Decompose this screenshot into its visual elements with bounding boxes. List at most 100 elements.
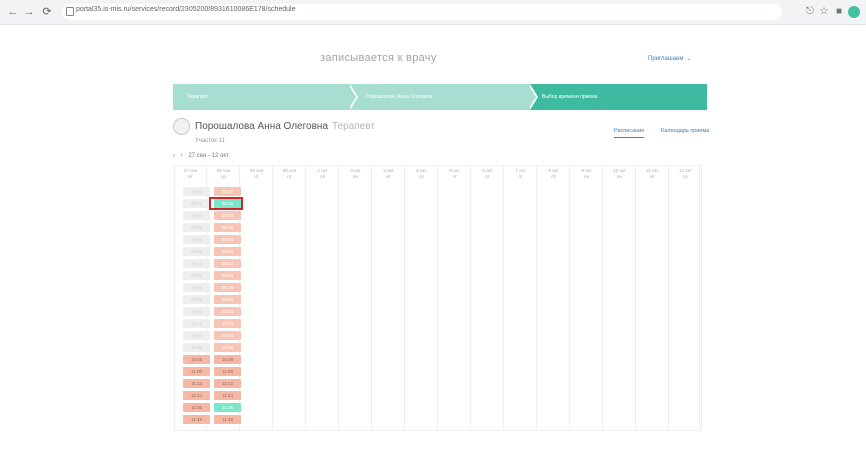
day-header: 11 окт вт — [636, 168, 669, 180]
time-slot[interactable]: 08:48 — [214, 235, 241, 244]
time-slot: 09:24 — [183, 271, 210, 280]
time-slot[interactable]: 11:00 — [214, 367, 241, 376]
day-column — [240, 165, 273, 431]
browser-toolbar: ← → ⟳ portal35.is-mis.ru/services/record… — [0, 0, 866, 25]
day-header: 9 окт пн — [570, 168, 603, 180]
day-header: 4 окт пн — [339, 168, 372, 180]
time-slot[interactable]: 10:36 — [214, 343, 241, 352]
day-weekday: сб — [551, 174, 556, 179]
day-header: 6 окт пт — [471, 168, 504, 180]
day-column — [603, 165, 636, 431]
arrow-right-icon[interactable]: → — [22, 5, 36, 19]
day-header: 6 окт чт — [438, 168, 471, 180]
day-weekday: пт — [518, 174, 523, 179]
chevron-left-icon[interactable]: ‹ — [173, 153, 175, 159]
day-weekday: чт — [254, 174, 259, 179]
profile-avatar[interactable] — [848, 6, 860, 18]
day-weekday: чт — [452, 174, 457, 179]
time-slot: 10:12 — [183, 319, 210, 328]
day-weekday: пн — [617, 174, 622, 179]
step-time: Выбор времени приема — [542, 94, 598, 100]
time-slot[interactable]: 11:24 — [214, 391, 241, 400]
doctor-section: Участок 11 — [195, 138, 225, 144]
time-slot: 08:00 — [183, 187, 210, 196]
day-column — [405, 165, 438, 431]
help-dropdown[interactable]: Приглашаем ⌄ — [648, 55, 692, 62]
time-slot[interactable]: 10:48 — [183, 355, 210, 364]
time-slot[interactable]: 10:24 — [214, 331, 241, 340]
time-slot[interactable]: 11:36 — [183, 403, 210, 412]
time-slot[interactable]: 11:12 — [183, 379, 210, 388]
doctor-name: Порошалова Анна Олеговна — [195, 121, 329, 132]
time-slot[interactable]: 09:12 — [214, 259, 241, 268]
day-weekday: пн — [584, 174, 589, 179]
time-slot[interactable]: 09:36 — [214, 283, 241, 292]
step-divider — [528, 84, 536, 110]
day-column — [273, 165, 306, 431]
page-title: записывается к врачу — [320, 52, 437, 64]
time-slot: 08:48 — [183, 235, 210, 244]
avatar — [173, 118, 190, 135]
step-doctor[interactable]: Порошалова Анна Олеговна — [366, 94, 433, 100]
tab-schedule[interactable]: Расписание — [614, 128, 645, 138]
day-weekday: ср — [683, 174, 688, 179]
date-range-label: 27 сен - 12 окт — [188, 153, 229, 159]
day-weekday: пт — [485, 174, 490, 179]
time-slot[interactable]: 08:24 — [214, 211, 241, 220]
share-icon[interactable]: ⎋ — [804, 6, 816, 18]
step-specialty[interactable]: Терапевт — [187, 94, 208, 100]
star-icon[interactable]: ☆ — [818, 6, 830, 18]
tab-calendar[interactable]: Календарь приема — [661, 128, 709, 134]
day-weekday: пт — [287, 174, 292, 179]
time-slot: 09:48 — [183, 295, 210, 304]
time-slot[interactable]: 10:00 — [214, 307, 241, 316]
time-slot[interactable]: 10:12 — [214, 319, 241, 328]
day-column — [372, 165, 405, 431]
day-header: 6 окт ср — [405, 168, 438, 180]
time-slot[interactable]: 11:00 — [183, 367, 210, 376]
day-weekday: сб — [320, 174, 325, 179]
address-bar[interactable]: portal35.is-mis.ru/services/record/23052… — [62, 4, 782, 20]
day-column — [570, 165, 603, 431]
time-slot: 09:12 — [183, 259, 210, 268]
time-slot: 10:00 — [183, 307, 210, 316]
day-header: 10 окт пн — [603, 168, 636, 180]
time-slot[interactable]: 08:36 — [214, 223, 241, 232]
time-slot[interactable]: 11:48 — [214, 415, 241, 424]
arrow-left-icon[interactable]: ← — [6, 5, 20, 19]
time-slot[interactable]: 10:48 — [214, 355, 241, 364]
time-slot[interactable]: 09:24 — [214, 271, 241, 280]
reload-icon[interactable]: ⟳ — [40, 5, 54, 19]
day-header: 29 сен чт — [240, 168, 273, 180]
selected-slot-highlight — [209, 197, 243, 210]
time-slot[interactable]: 09:48 — [214, 295, 241, 304]
day-column — [669, 165, 702, 431]
day-weekday: пн — [353, 174, 358, 179]
day-header: 5 окт вт — [372, 168, 405, 180]
day-header: 8 окт сб — [537, 168, 570, 180]
time-slot[interactable]: 11:36 — [214, 403, 241, 412]
time-slot[interactable]: 09:00 — [214, 247, 241, 256]
date-range-nav: ‹ › 27 сен - 12 окт — [173, 153, 233, 159]
day-weekday: ср — [221, 174, 226, 179]
help-label: Приглашаем — [648, 56, 684, 62]
time-slot[interactable]: 11:48 — [183, 415, 210, 424]
day-column — [471, 165, 504, 431]
time-slot[interactable]: 08:00 — [214, 187, 241, 196]
day-weekday: вт — [188, 174, 193, 179]
chevron-right-icon[interactable]: › — [181, 153, 183, 159]
extension-icon[interactable]: ■ — [833, 6, 845, 18]
day-header: 12 окт ср — [669, 168, 702, 180]
time-slot: 10:36 — [183, 343, 210, 352]
day-header: 7 окт пт — [504, 168, 537, 180]
time-slot: 10:24 — [183, 331, 210, 340]
time-slot[interactable]: 11:24 — [183, 391, 210, 400]
day-column — [636, 165, 669, 431]
time-slot[interactable]: 11:12 — [214, 379, 241, 388]
day-column — [504, 165, 537, 431]
day-weekday: вт — [650, 174, 655, 179]
day-weekday: ср — [419, 174, 424, 179]
day-column — [438, 165, 471, 431]
day-column — [339, 165, 372, 431]
doctor-specialty: Терапевт — [332, 121, 375, 132]
